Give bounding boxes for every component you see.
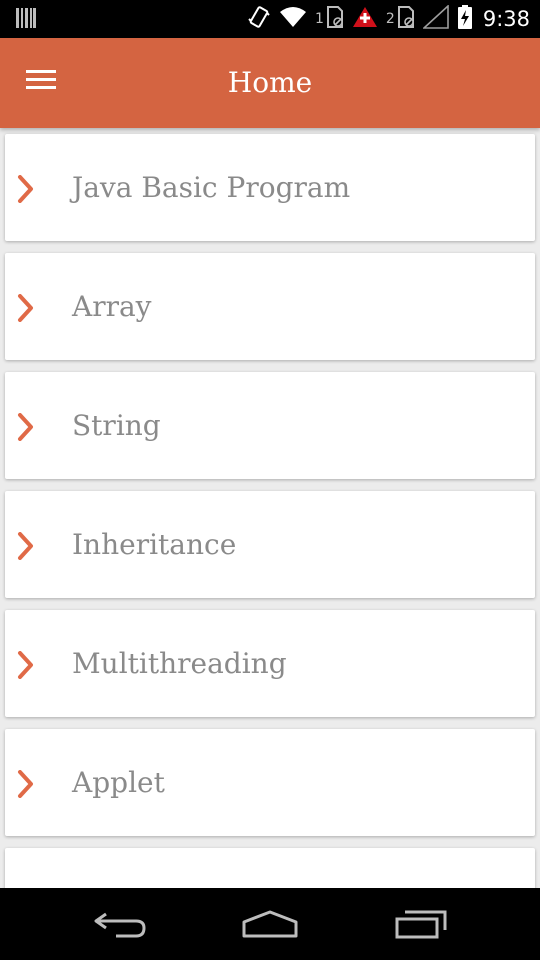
hamburger-menu-icon[interactable]: [26, 68, 58, 94]
sim1-label: 1: [314, 11, 324, 27]
list-item-label: Inheritance: [72, 528, 237, 561]
list-item-label: Multithreading: [72, 647, 287, 680]
list-item-multithreading[interactable]: Multithreading: [5, 610, 535, 717]
sim-icon: [326, 6, 344, 32]
page-title: Home: [227, 66, 313, 99]
status-bar: 1 2 9:38: [0, 0, 540, 38]
list-item-partial[interactable]: [5, 848, 535, 888]
screen: 1 2 9:38 Home Java Basic Program Array S…: [0, 0, 540, 960]
alert-icon: [352, 6, 378, 32]
list-item-label: Java Basic Program: [72, 171, 351, 204]
recent-apps-icon[interactable]: [393, 906, 449, 946]
list-item-java-basic-program[interactable]: Java Basic Program: [5, 134, 535, 241]
list-item-applet[interactable]: Applet: [5, 729, 535, 836]
list-item-label: String: [72, 409, 161, 442]
chevron-right-icon: [17, 651, 35, 683]
chevron-right-icon: [17, 770, 35, 802]
chevron-right-icon: [17, 413, 35, 445]
list-item-array[interactable]: Array: [5, 253, 535, 360]
home-icon[interactable]: [241, 906, 299, 946]
list-item-label: Array: [72, 290, 152, 323]
list-item-label: Applet: [72, 766, 165, 799]
signal-icon: [421, 4, 449, 33]
barcode-icon: [16, 7, 36, 33]
sim2-icon: [397, 6, 415, 32]
list-item-string[interactable]: String: [5, 372, 535, 479]
back-icon[interactable]: [92, 906, 148, 946]
clock: 9:38: [482, 7, 530, 31]
chevron-right-icon: [17, 175, 35, 207]
wifi-icon: [279, 6, 307, 32]
chevron-right-icon: [17, 294, 35, 326]
navigation-bar: [0, 888, 540, 960]
vibrate-icon: [247, 5, 271, 33]
list-item-inheritance[interactable]: Inheritance: [5, 491, 535, 598]
sim2-label: 2: [385, 11, 395, 27]
chevron-right-icon: [17, 532, 35, 564]
topic-list: Java Basic Program Array String Inherita…: [0, 128, 540, 888]
battery-charging-icon: [457, 5, 473, 33]
app-bar: Home: [0, 38, 540, 128]
